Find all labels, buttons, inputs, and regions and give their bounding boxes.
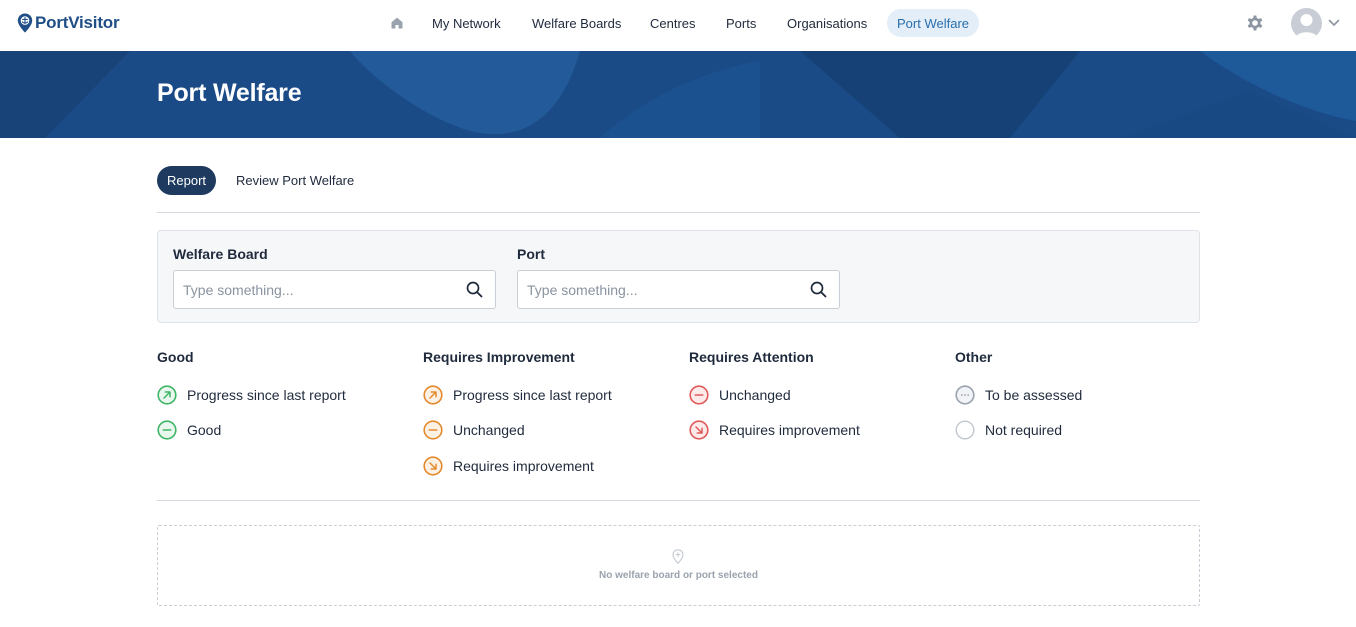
- nav-my-network[interactable]: My Network: [422, 9, 511, 37]
- legend-item-label: To be assessed: [985, 387, 1083, 403]
- legend-item-label: Good: [187, 422, 222, 438]
- arrow-down-right-icon: [689, 420, 709, 440]
- legend-item-label: Unchanged: [453, 422, 525, 438]
- portvisitor-logo[interactable]: PortVisitor: [17, 13, 120, 33]
- arrow-up-right-icon: [157, 385, 177, 405]
- legend-item: Requires improvement: [423, 456, 594, 476]
- legend-item: To be assessed: [955, 385, 1082, 405]
- arrow-up-right-icon: [423, 385, 443, 405]
- legend-heading-requires-attention: Requires Attention: [689, 349, 814, 365]
- logo-pin-icon: [17, 13, 33, 33]
- nav-ports[interactable]: Ports: [716, 9, 766, 37]
- ellipsis-icon: [955, 385, 975, 405]
- welfare-board-search-input[interactable]: [173, 270, 496, 309]
- map-pin-icon: [672, 549, 684, 564]
- nav-welfare-boards[interactable]: Welfare Boards: [522, 9, 631, 37]
- legend-item-label: Requires improvement: [719, 422, 860, 438]
- legend-divider: [157, 500, 1200, 501]
- empty-state-message: No welfare board or port selected: [599, 570, 758, 581]
- legend-item-label: Progress since last report: [187, 387, 346, 403]
- legend-item-label: Progress since last report: [453, 387, 612, 403]
- minus-icon: [157, 420, 177, 440]
- home-icon[interactable]: [389, 15, 405, 31]
- page-banner: Port Welfare: [0, 51, 1356, 138]
- port-search-input[interactable]: [517, 270, 840, 309]
- empty-circle-icon: [955, 420, 975, 440]
- avatar-silhouette: [1295, 14, 1318, 39]
- minus-icon: [423, 420, 443, 440]
- search-icon[interactable]: [466, 281, 483, 298]
- legend-item: Requires improvement: [689, 420, 860, 440]
- welfare-board-label: Welfare Board: [173, 246, 268, 262]
- legend-item-label: Not required: [985, 422, 1063, 438]
- legend-heading-requires-improvement: Requires Improvement: [423, 349, 575, 365]
- page-title: Port Welfare: [157, 79, 302, 107]
- chevron-down-icon[interactable]: [1328, 18, 1340, 28]
- tab-report[interactable]: Report: [157, 166, 217, 195]
- brand-name: PortVisitor: [35, 13, 120, 32]
- nav-centres[interactable]: Centres: [640, 9, 706, 37]
- legend-item: Unchanged: [423, 420, 525, 440]
- legend-heading-good: Good: [157, 349, 194, 365]
- user-avatar-icon[interactable]: [1291, 8, 1322, 39]
- legend-item: Unchanged: [689, 385, 791, 405]
- arrow-down-right-icon: [423, 456, 443, 476]
- gear-icon[interactable]: [1245, 13, 1265, 33]
- nav-port-welfare[interactable]: Port Welfare: [887, 9, 980, 37]
- legend-item: Not required: [955, 420, 1062, 440]
- legend-item-label: Requires improvement: [453, 458, 594, 474]
- port-label: Port: [517, 246, 545, 262]
- empty-state-box: [157, 525, 1200, 606]
- nav-organisations[interactable]: Organisations: [777, 9, 877, 37]
- tab-review-port-welfare[interactable]: Review Port Welfare: [226, 166, 364, 195]
- minus-icon: [689, 385, 709, 405]
- search-icon[interactable]: [810, 281, 827, 298]
- legend-item-label: Unchanged: [719, 387, 791, 403]
- tabs-divider: [157, 212, 1200, 213]
- legend-item: Good: [157, 420, 221, 440]
- legend-item: Progress since last report: [423, 385, 612, 405]
- legend-item: Progress since last report: [157, 385, 346, 405]
- legend-heading-other: Other: [955, 349, 993, 365]
- top-navigation-bar: PortVisitor My Network Welfare Boards Ce…: [0, 0, 1356, 51]
